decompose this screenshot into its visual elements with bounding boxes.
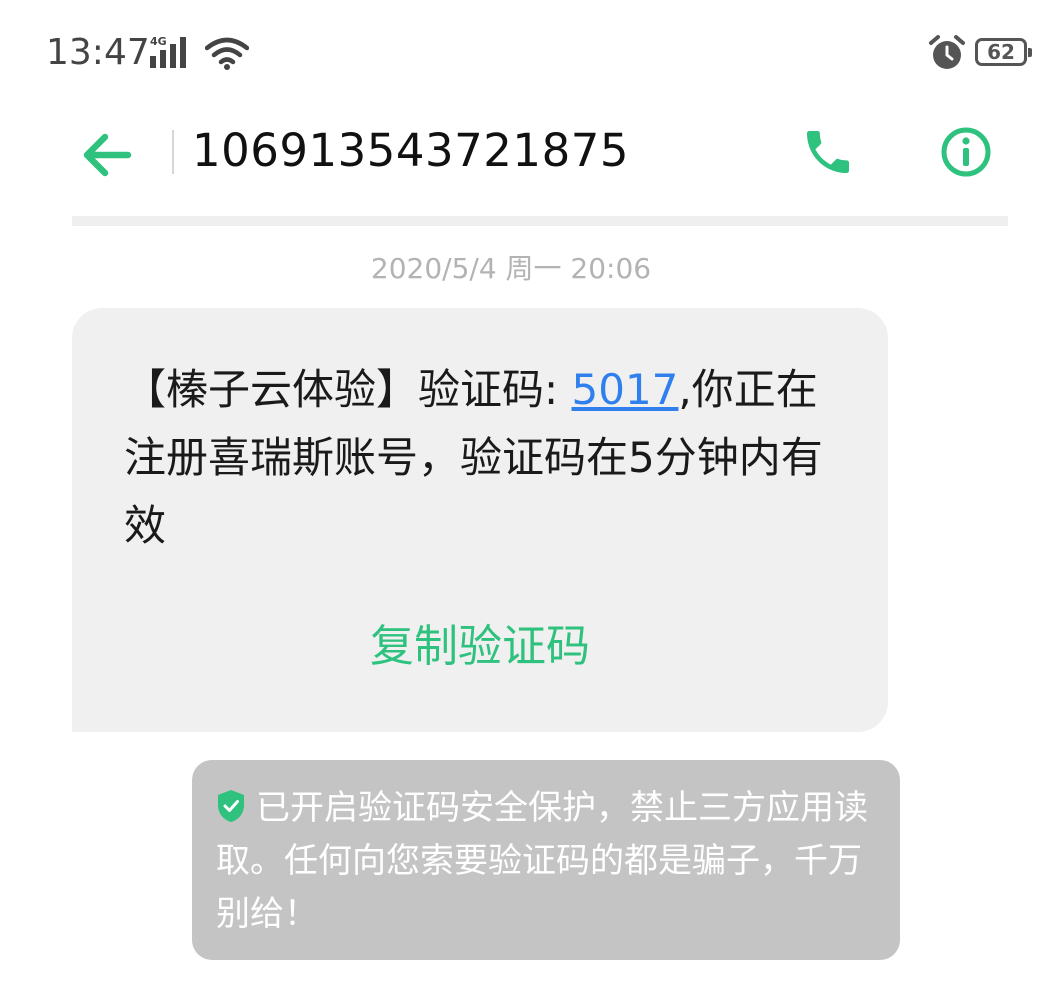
message-prefix: 【榛子云体验】验证码: <box>124 365 572 414</box>
info-icon[interactable] <box>938 124 994 180</box>
battery-level: 62 <box>987 40 1015 64</box>
message-text: 【榛子云体验】验证码: 5017,你正在注册喜瑞斯账号，验证码在5分钟内有效 <box>124 356 854 560</box>
app-bar: 106913543721875 <box>0 100 1060 210</box>
alarm-icon <box>929 35 965 69</box>
back-arrow-icon[interactable] <box>78 130 134 180</box>
sender-number: 106913543721875 <box>192 124 629 177</box>
battery-icon: 62 <box>975 38 1032 66</box>
network-label: 4G <box>150 35 167 48</box>
status-time: 13:47 <box>46 32 150 73</box>
message-bubble[interactable]: 【榛子云体验】验证码: 5017,你正在注册喜瑞斯账号，验证码在5分钟内有效 复… <box>72 308 888 732</box>
security-notice: 已开启验证码安全保护，禁止三方应用读取。任何向您索要验证码的都是骗子，千万别给！ <box>192 760 900 960</box>
phone-icon[interactable] <box>800 124 856 180</box>
verification-code-link[interactable]: 5017 <box>572 365 679 414</box>
security-notice-text: 已开启验证码安全保护，禁止三方应用读取。任何向您索要验证码的都是骗子，千万别给！ <box>216 788 868 934</box>
signal-icon: 4G <box>150 35 186 68</box>
header-divider <box>172 130 174 174</box>
copy-code-button[interactable]: 复制验证码 <box>72 610 888 674</box>
status-bar: 13:47 4G 62 <box>0 0 1060 100</box>
message-date: 2020/5/4 周一 20:06 <box>370 252 652 285</box>
wifi-icon <box>205 37 249 70</box>
shield-check-icon <box>218 790 244 822</box>
header-separator <box>72 216 1008 226</box>
